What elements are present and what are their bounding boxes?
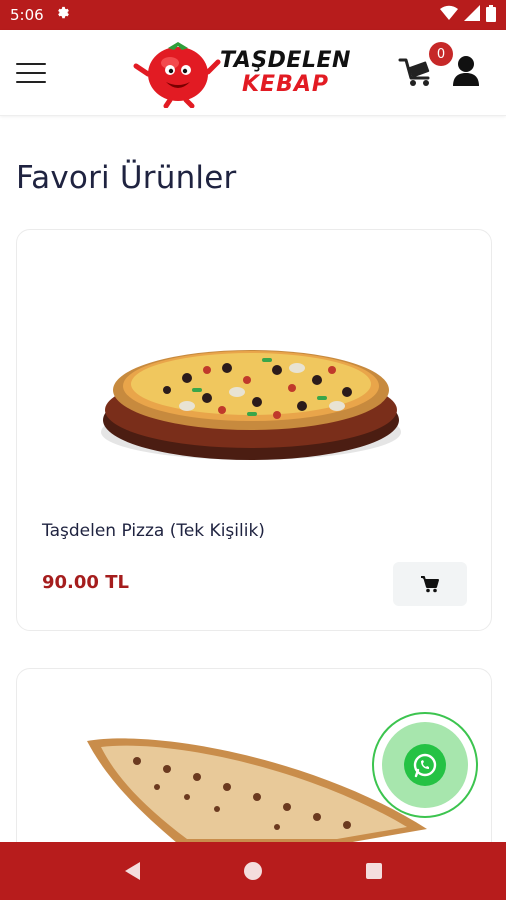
recents-icon[interactable] bbox=[354, 851, 394, 891]
add-to-cart-button[interactable] bbox=[393, 562, 467, 606]
cart-icon bbox=[421, 576, 439, 593]
wifi-icon bbox=[440, 5, 458, 25]
whatsapp-icon bbox=[404, 744, 446, 786]
battery-icon bbox=[486, 4, 496, 26]
product-price: 90.00 TL bbox=[42, 572, 129, 593]
page-title: Favori Ürünler bbox=[16, 160, 237, 196]
system-nav-bar bbox=[0, 842, 506, 900]
pizza-image bbox=[101, 350, 401, 460]
tomato-mascot-icon bbox=[133, 42, 221, 108]
app-header: TAŞDELEN KEBAP 0 bbox=[0, 30, 506, 116]
product-name[interactable]: Taşdelen Pizza (Tek Kişilik) bbox=[42, 521, 265, 541]
logo-text-line2: KEBAP bbox=[242, 72, 329, 97]
menu-icon[interactable] bbox=[16, 63, 46, 83]
user-account-button[interactable] bbox=[452, 55, 480, 87]
whatsapp-button[interactable] bbox=[372, 712, 478, 818]
back-icon[interactable] bbox=[112, 851, 152, 891]
product-image[interactable] bbox=[17, 230, 491, 494]
signal-icon bbox=[464, 5, 480, 25]
logo[interactable]: TAŞDELEN KEBAP bbox=[132, 38, 372, 108]
settings-icon bbox=[56, 5, 72, 25]
user-icon bbox=[453, 56, 479, 86]
cart-count-badge: 0 bbox=[429, 42, 453, 66]
home-icon[interactable] bbox=[233, 851, 273, 891]
product-card[interactable]: Taşdelen Pizza (Tek Kişilik) 90.00 TL bbox=[16, 229, 492, 631]
status-time: 5:06 bbox=[10, 6, 44, 24]
logo-text-line1: TAŞDELEN bbox=[220, 48, 351, 73]
status-bar: 5:06 bbox=[0, 0, 506, 30]
